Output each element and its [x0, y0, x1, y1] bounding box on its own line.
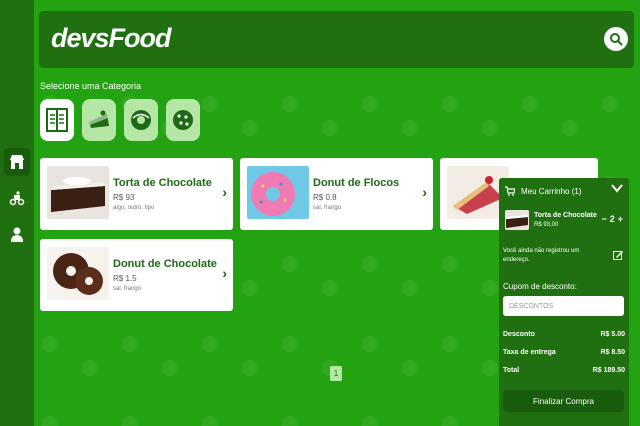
discount-label: Desconto [503, 331, 535, 338]
product-image-sprinkle-donut [247, 166, 309, 219]
edit-address-icon[interactable] [613, 250, 623, 260]
delivery-fee-row: Taxa de entrega R$ 8.50 [503, 349, 625, 356]
cart-item: Torta de Chocolate R$ 93,00 − 2 + [505, 210, 625, 234]
product-name: Torta de Chocolate [113, 177, 212, 189]
quantity-stepper: − 2 + [601, 214, 623, 224]
product-image-chocolate-pie [47, 166, 109, 219]
checkout-button[interactable]: Finalizar Compra [503, 390, 624, 412]
pagination-page-button[interactable]: 1 [330, 366, 342, 381]
discount-row: Desconto R$ 5.00 [503, 331, 625, 338]
shopping-cart-icon [505, 186, 515, 196]
cookie-icon [173, 110, 193, 130]
category-section-title: Selecione uma Categoria [40, 81, 142, 91]
category-list [40, 99, 200, 141]
left-sidebar [0, 0, 34, 426]
total-value: R$ 189.50 [592, 367, 625, 374]
cart-panel: Meu Carrinho (1) Torta de Chocolate R$ 9… [499, 178, 629, 426]
chevron-down-icon[interactable] [611, 183, 623, 193]
total-label: Total [503, 367, 520, 374]
increase-quantity-button[interactable]: + [618, 214, 623, 224]
sidebar-item-store[interactable] [4, 148, 30, 176]
coupon-input[interactable] [503, 296, 624, 316]
product-card[interactable]: Torta de Chocolate R$ 93 algo, outro, ti… [40, 158, 233, 230]
quantity-value: 2 [609, 214, 615, 224]
search-icon [610, 33, 623, 46]
product-card[interactable]: Donut de Flocos R$ 0.8 sal, frango › [240, 158, 433, 230]
discount-value: R$ 5.00 [600, 331, 625, 338]
cart-item-price: R$ 93,00 [534, 222, 559, 228]
decrease-quantity-button[interactable]: − [601, 214, 606, 224]
chevron-right-icon[interactable]: › [422, 184, 427, 200]
product-name: Donut de Chocolate [113, 258, 217, 270]
address-notice: Você ainda não registrou um endereço. [503, 248, 580, 263]
product-image-chocolate-donut [47, 247, 109, 300]
product-card[interactable]: Donut de Chocolate R$ 1.5 sal, frango › [40, 239, 233, 311]
search-button[interactable] [604, 27, 628, 51]
category-cakes[interactable] [82, 99, 116, 141]
total-row: Total R$ 189.50 [503, 367, 625, 374]
brand-logo[interactable]: devsFood [51, 23, 172, 54]
category-cookies[interactable] [166, 99, 200, 141]
sidebar-item-orders[interactable] [4, 184, 30, 212]
cart-item-name: Torta de Chocolate [534, 212, 597, 219]
delivery-fee-value: R$ 8.50 [600, 349, 625, 356]
chevron-right-icon[interactable]: › [222, 184, 227, 200]
cart-header[interactable]: Meu Carrinho (1) [505, 183, 623, 197]
cake-slice-icon [89, 110, 109, 128]
product-price: R$ 0.8 [313, 193, 337, 202]
product-ingredients: sal, frango [113, 286, 142, 292]
menu-book-icon [46, 108, 68, 132]
product-price: R$ 93 [113, 193, 135, 202]
sidebar-item-profile[interactable] [4, 220, 30, 248]
coupon-label: Cupom de desconto: [503, 282, 577, 291]
product-ingredients: algo, outro, tipo [113, 205, 155, 211]
chevron-right-icon[interactable]: › [222, 265, 227, 281]
product-name: Donut de Flocos [313, 177, 400, 189]
store-icon [10, 155, 24, 169]
donut-icon [131, 110, 151, 130]
user-icon [11, 227, 23, 242]
product-ingredients: sal, frango [313, 205, 342, 211]
cart-item-image [505, 210, 529, 230]
delivery-bike-icon [9, 191, 25, 206]
header-bar: devsFood [39, 11, 634, 68]
delivery-fee-label: Taxa de entrega [503, 349, 556, 356]
category-donuts[interactable] [124, 99, 158, 141]
cart-title: Meu Carrinho (1) [521, 186, 582, 196]
product-price: R$ 1.5 [113, 274, 137, 283]
category-all[interactable] [40, 99, 74, 141]
